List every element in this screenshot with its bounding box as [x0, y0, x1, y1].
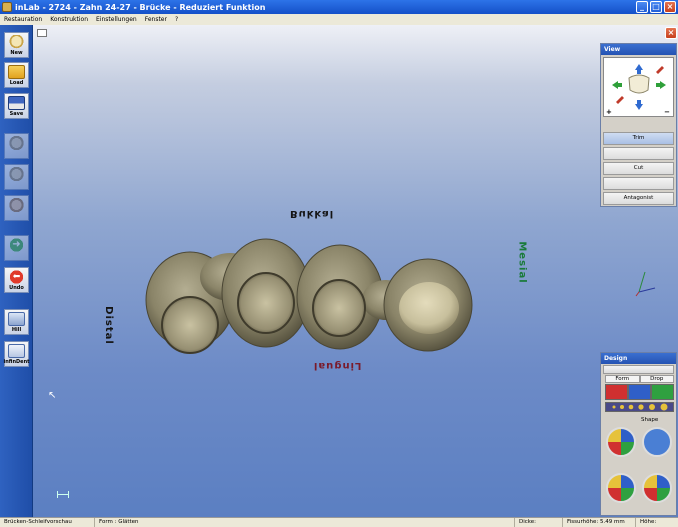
- 3d-viewport[interactable]: × Bukkal Lingual Distal Mesial ↖: [33, 25, 678, 517]
- hand-smooth-icon[interactable]: [628, 384, 651, 400]
- trim-button[interactable]: Trim: [603, 132, 674, 145]
- folder-icon: [8, 65, 25, 79]
- infinident-button[interactable]: infinDent: [3, 341, 30, 367]
- tooth-step2-icon: [8, 167, 25, 181]
- antagonist-button[interactable]: Antagonist: [603, 192, 674, 205]
- hand-add-icon[interactable]: [605, 384, 628, 400]
- view-disabled-button-2[interactable]: [603, 177, 674, 190]
- left-toolbar: New Load Save ➜ ⬅ Undo Hill infinDent: [0, 25, 33, 517]
- floppy-icon: [8, 96, 25, 110]
- bridge-model[interactable]: [33, 25, 678, 517]
- zoom-out-button[interactable]: −: [664, 108, 670, 116]
- design-dial-1[interactable]: [606, 427, 636, 457]
- close-button[interactable]: ×: [664, 1, 676, 13]
- status-mode: Brücken-Schleifvorschau: [0, 518, 95, 527]
- undo-button[interactable]: ⬅ Undo: [4, 267, 29, 293]
- view-disabled-button-1[interactable]: [603, 147, 674, 160]
- design-panel: Design Form Drop Shape: [600, 352, 677, 516]
- design-panel-title: Design: [601, 353, 676, 364]
- new-button[interactable]: New: [4, 32, 29, 58]
- label-bukkal: Bukkal: [290, 208, 335, 219]
- label-distal: Distal: [102, 306, 114, 345]
- view-panel-title: View: [601, 44, 676, 55]
- infinident-icon: [8, 344, 25, 358]
- step3-button[interactable]: [4, 195, 29, 221]
- status-form: Form : Glätten: [95, 518, 515, 527]
- hill-button[interactable]: Hill: [4, 309, 29, 335]
- tooth-step1-icon: [8, 136, 25, 150]
- pontic-surface: [399, 282, 459, 334]
- tab-drop[interactable]: Drop: [639, 375, 674, 383]
- shape-dial[interactable]: [642, 427, 672, 457]
- menu-bar: Restauration Konstruktion Einstellungen …: [0, 14, 678, 25]
- tooth-view-icon: [628, 74, 650, 94]
- hill-icon: [8, 312, 25, 326]
- next-button[interactable]: ➜: [4, 235, 29, 261]
- view-panel: View + − Trim Cut Antagonist: [600, 43, 677, 207]
- load-button[interactable]: Load: [4, 62, 29, 88]
- title-bar: inLab - 2724 - Zahn 24-27 - Brücke - Red…: [0, 0, 678, 14]
- view-orientation-widget[interactable]: + −: [603, 57, 674, 117]
- view-diag2-arrow-icon[interactable]: [616, 96, 624, 104]
- tooth-step3-icon: [8, 198, 25, 212]
- tooth-new-icon: [8, 35, 25, 49]
- arrow-right-icon: ➜: [8, 238, 25, 252]
- save-button[interactable]: Save: [4, 93, 29, 119]
- scale-indicator: [57, 491, 69, 498]
- view-right-arrow-icon[interactable]: [656, 81, 666, 89]
- label-mesial: Mesial: [516, 241, 528, 284]
- status-dicke: Dicke:: [515, 518, 563, 527]
- window-title: inLab - 2724 - Zahn 24-27 - Brücke - Red…: [15, 2, 266, 12]
- axis-gizmo: [635, 271, 656, 297]
- menu-restauration[interactable]: Restauration: [0, 16, 46, 23]
- view-diag-arrow-icon[interactable]: [656, 66, 664, 74]
- design-dial-2[interactable]: [606, 473, 636, 503]
- app-icon: [2, 2, 12, 12]
- view-bottom-arrow-icon[interactable]: [635, 100, 643, 110]
- cut-button[interactable]: Cut: [603, 162, 674, 175]
- mouse-cursor: ↖: [48, 390, 57, 401]
- design-edit-button[interactable]: [603, 365, 674, 374]
- status-fissur: Fissurhöhe: 5.49 mm: [563, 518, 636, 527]
- step1-button[interactable]: [4, 133, 29, 159]
- undo-icon: ⬅: [8, 270, 25, 284]
- hand-drop-icon[interactable]: [651, 384, 674, 400]
- menu-konstruktion[interactable]: Konstruktion: [46, 16, 92, 23]
- shape-label: Shape: [641, 417, 659, 423]
- minimize-button[interactable]: _: [636, 1, 648, 13]
- maximize-button[interactable]: □: [650, 1, 662, 13]
- label-lingual: Lingual: [313, 360, 362, 371]
- brush-size-selector[interactable]: [605, 402, 674, 412]
- menu-help[interactable]: ?: [171, 16, 182, 23]
- view-left-arrow-icon[interactable]: [612, 81, 622, 89]
- zoom-in-button[interactable]: +: [606, 108, 612, 116]
- design-dial-3[interactable]: [642, 473, 672, 503]
- menu-einstellungen[interactable]: Einstellungen: [92, 16, 141, 23]
- view-top-arrow-icon[interactable]: [635, 64, 643, 74]
- status-hoehe: Höhe:: [640, 519, 657, 525]
- status-bar: Brücken-Schleifvorschau Form : Glätten D…: [0, 517, 678, 527]
- tab-form[interactable]: Form: [605, 375, 640, 383]
- menu-fenster[interactable]: Fenster: [141, 16, 171, 23]
- step2-button[interactable]: [4, 164, 29, 190]
